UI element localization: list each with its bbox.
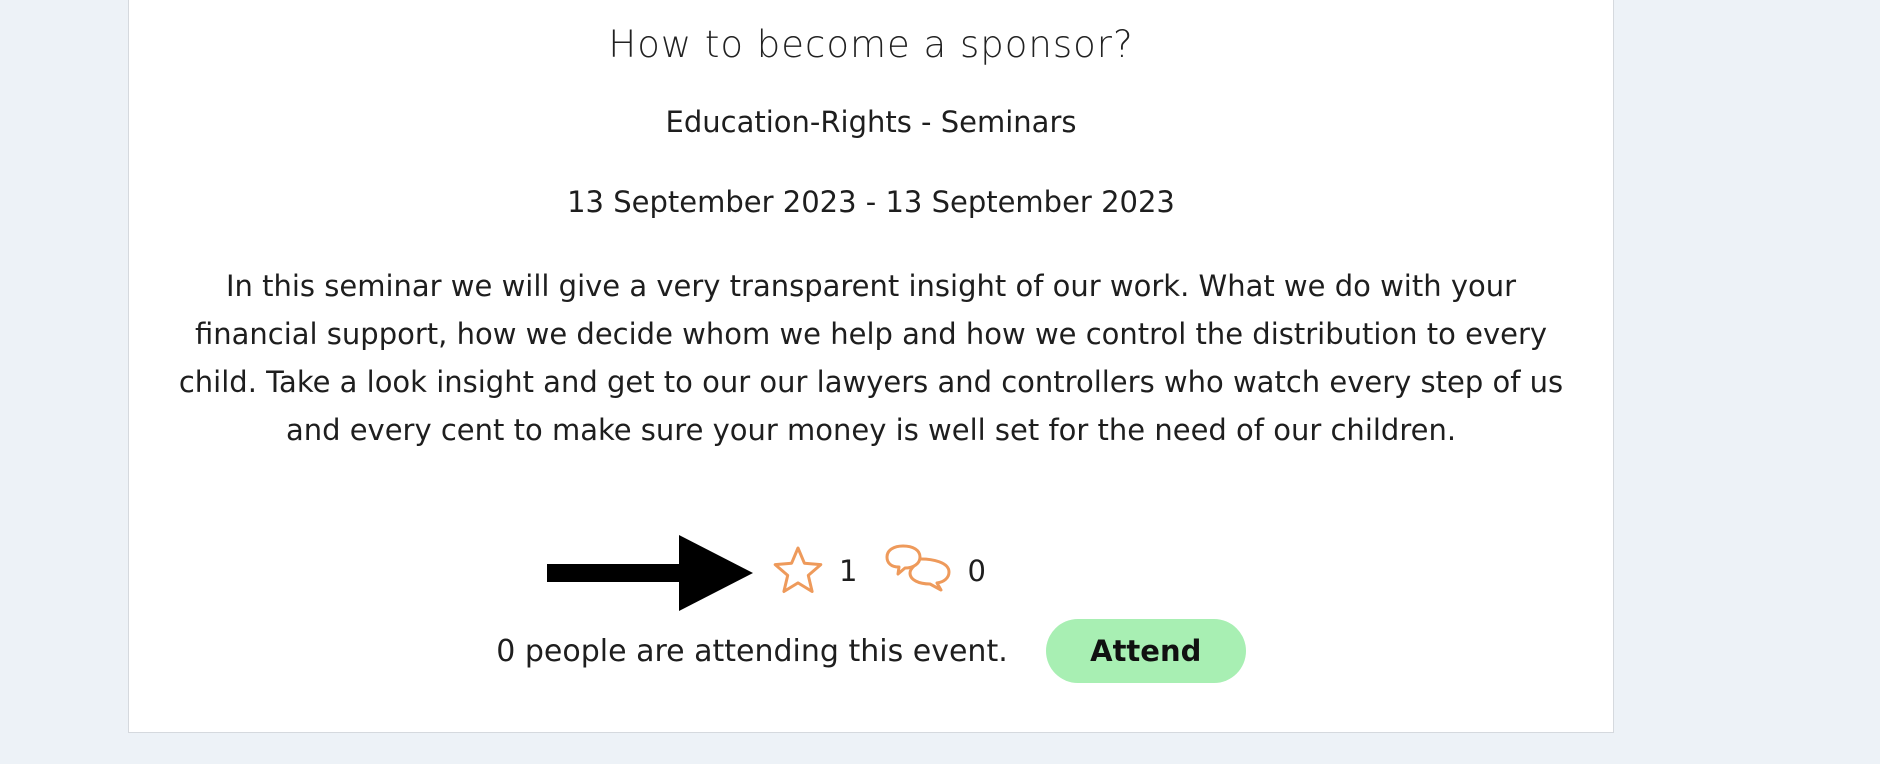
- event-description: In this seminar we will give a very tran…: [178, 269, 1564, 447]
- star-icon[interactable]: [771, 544, 825, 598]
- comments-icon[interactable]: [885, 543, 953, 599]
- attendance-text: 0 people are attending this event.: [496, 633, 1008, 669]
- event-dates: 13 September 2023 - 13 September 2023: [567, 185, 1175, 219]
- event-title: How to become a sponsor?: [608, 23, 1134, 66]
- favorites-count: 1: [839, 554, 858, 588]
- comments-count: 0: [967, 554, 986, 588]
- attendance-row: 0 people are attending this event. Atten…: [129, 619, 1613, 683]
- event-category: Education-Rights - Seminars: [665, 105, 1077, 139]
- attend-button[interactable]: Attend: [1045, 619, 1246, 683]
- arrow-right-icon: [547, 533, 757, 617]
- event-stats: 1 0: [771, 543, 1014, 599]
- event-card: How to become a sponsor? Education-Right…: [128, 0, 1614, 733]
